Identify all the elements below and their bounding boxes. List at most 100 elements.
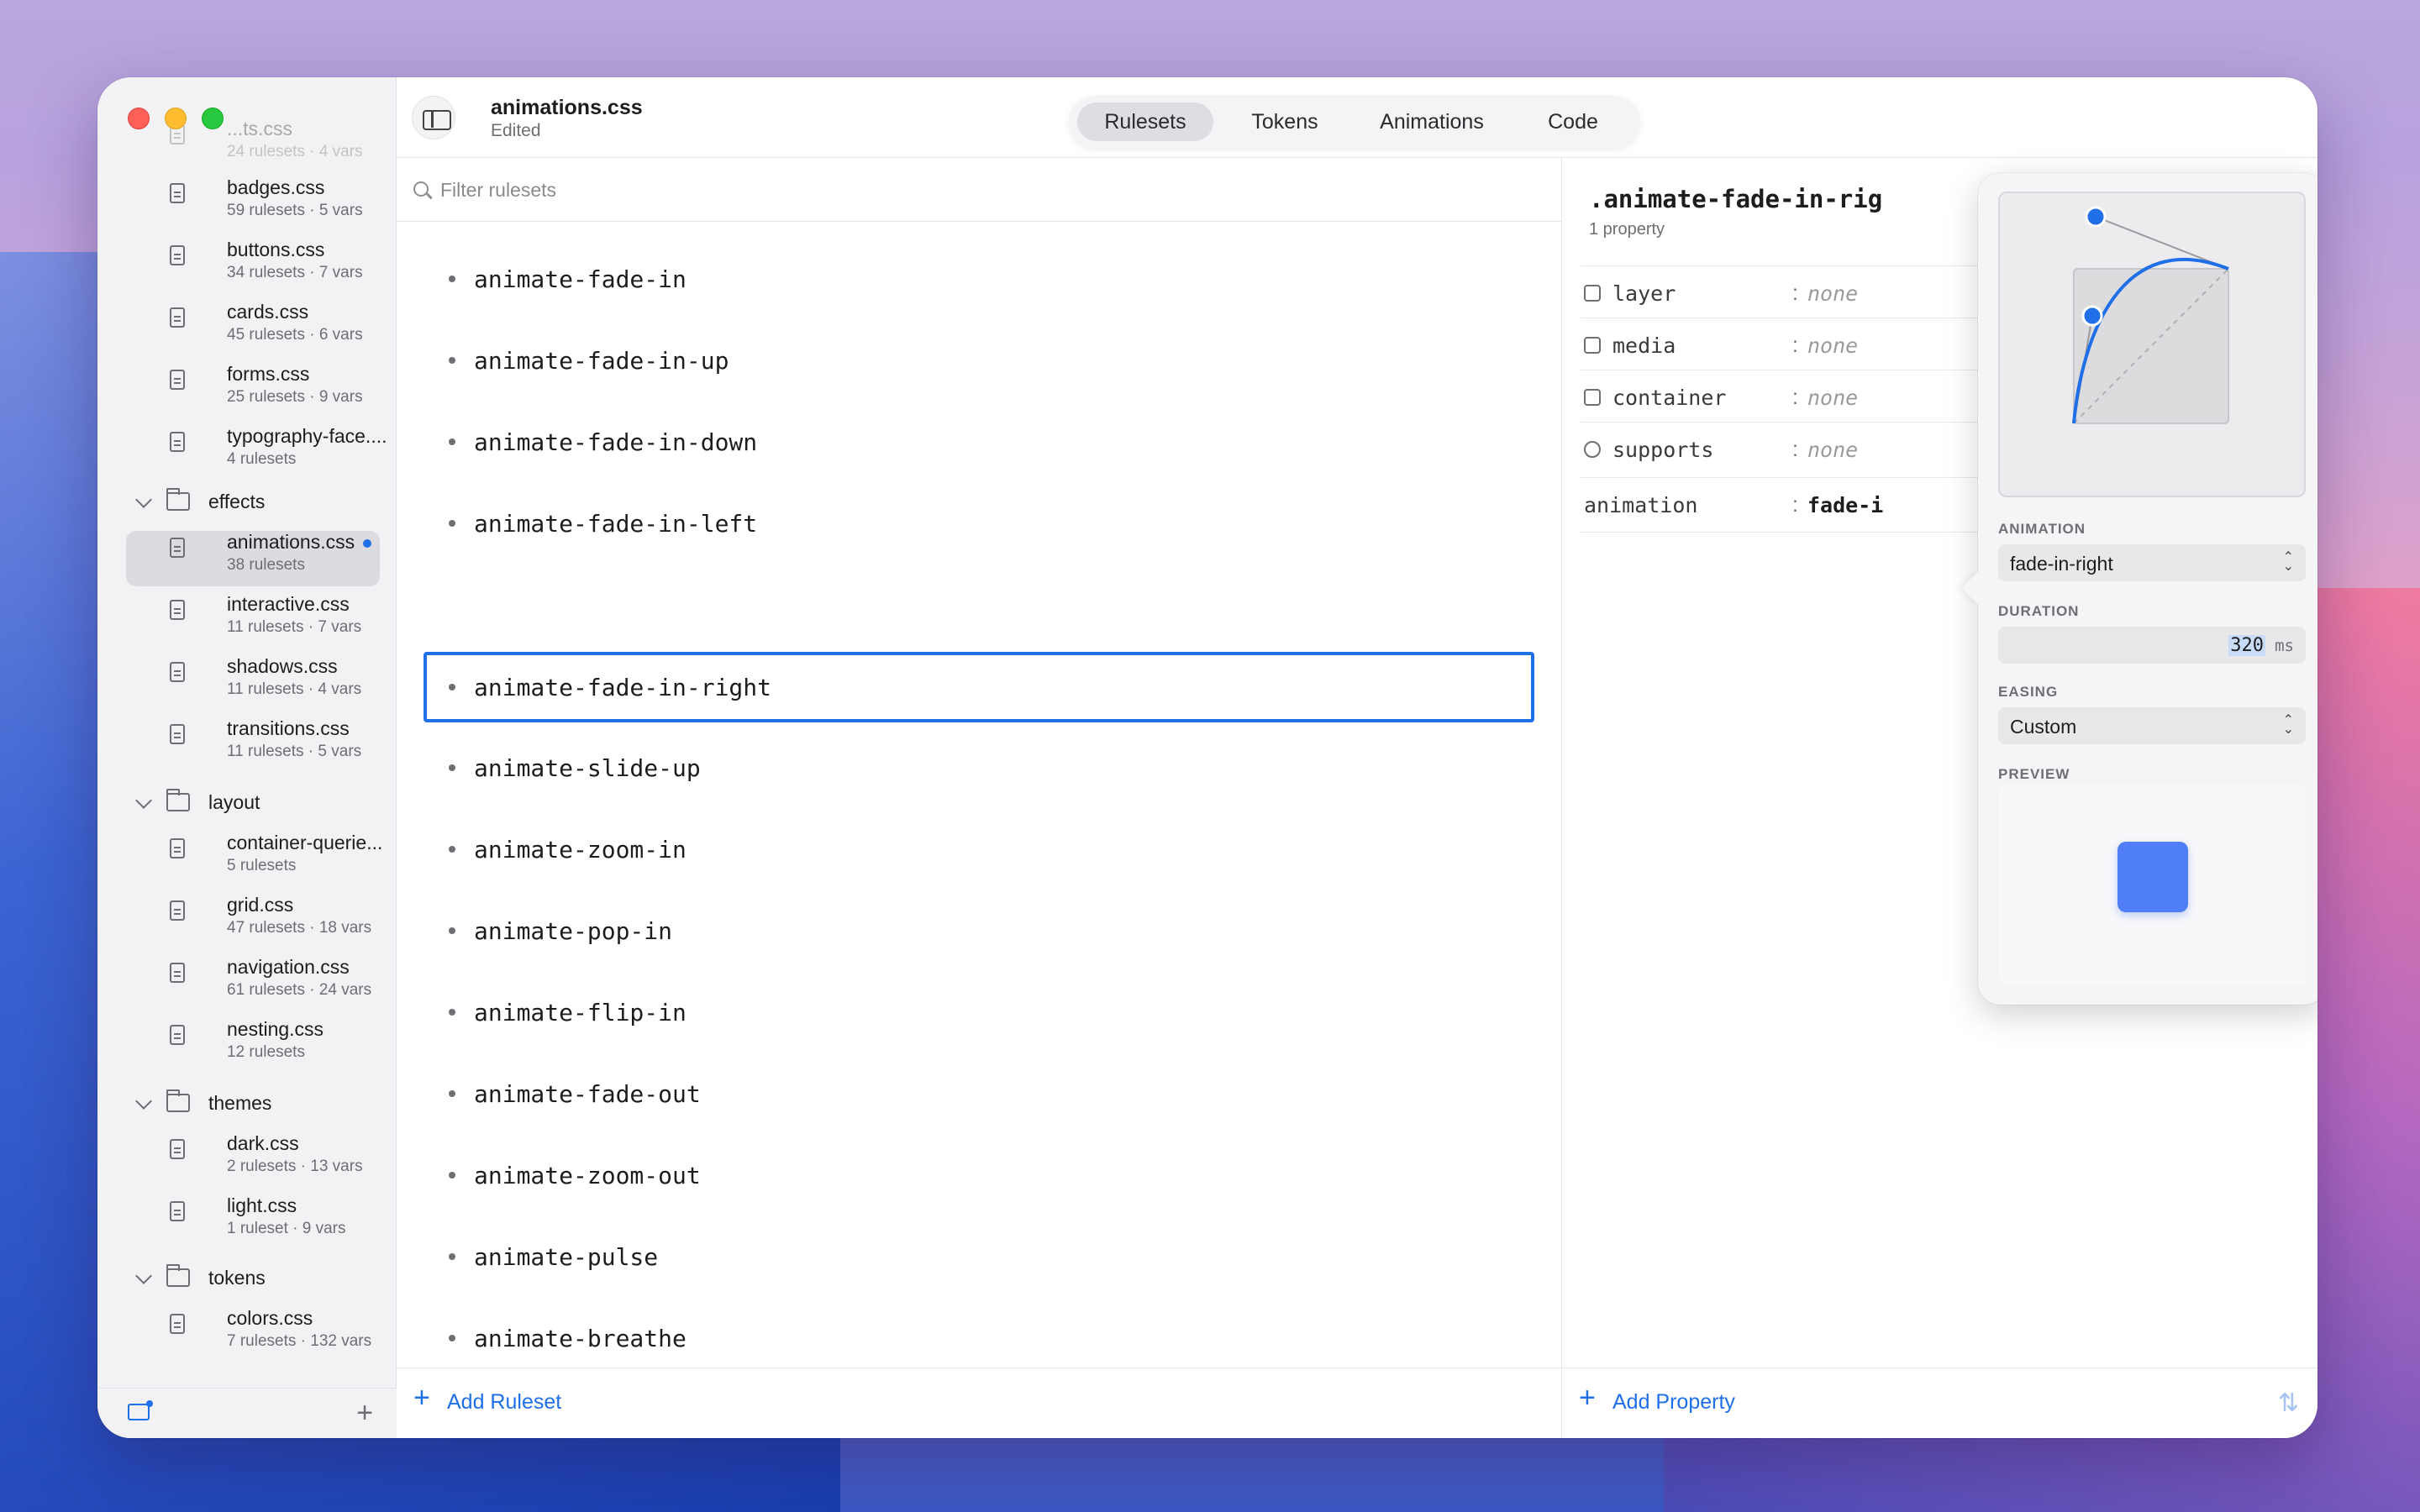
bullet [449,1009,455,1016]
sidebar-file-shadows[interactable]: shadows.css 11 rulesets · 4 vars [126,655,380,711]
file-meta: 2 rulesets · 13 vars [227,1158,363,1175]
chevron-down-icon[interactable] [135,1093,152,1110]
file-meta: 38 rulesets [227,556,305,574]
easing-value: Custom [2010,716,2077,738]
sidebar-file-navigation[interactable]: navigation.css 61 rulesets · 24 vars [126,956,380,1011]
file-meta: 45 rulesets · 6 vars [227,326,363,344]
zoom-window-button[interactable] [202,108,224,129]
chevron-down-icon[interactable] [135,491,152,508]
bezier-curve-editor[interactable] [1998,192,2306,497]
chevron-down-icon[interactable] [135,1268,152,1284]
file-meta: 11 rulesets · 5 vars [227,743,362,760]
sidebar-file-transitions[interactable]: transitions.css 11 rulesets · 5 vars [126,717,380,773]
ruleset-row[interactable]: animate-zoom-in [424,814,1534,885]
ruleset-row[interactable]: animate-fade-out [424,1058,1534,1129]
bullet [449,357,455,364]
sidebar-file-animations[interactable]: animations.css 38 rulesets [126,531,380,586]
sidebar-file-badges[interactable]: badges.css 59 rulesets · 5 vars [126,176,380,232]
ruleset-row[interactable]: animate-pulse [424,1221,1534,1292]
ruleset-row[interactable]: animate-fade-in [424,244,1534,314]
sort-icon[interactable]: ⇅ [2278,1389,2299,1418]
at-rule-value[interactable]: none [1807,333,1858,358]
sidebar-file-forms[interactable]: forms.css 25 rulesets · 9 vars [126,363,380,418]
at-rule-value[interactable]: none [1807,386,1858,410]
add-ruleset-button[interactable]: + Add Ruleset [397,1368,1561,1438]
ruleset-row[interactable]: animate-zoom-out [424,1140,1534,1210]
ruleset-row[interactable]: animate-fade-in-up [424,325,1534,396]
sidebar-file-buttons[interactable]: buttons.css 34 rulesets · 7 vars [126,239,380,294]
chevron-down-icon[interactable] [135,792,152,809]
ruleset-name: animate-pop-in [474,917,673,945]
preview-label: PREVIEW [1998,766,2070,782]
file-name: dark.css [227,1132,299,1154]
search-icon [413,181,429,197]
ruleset-name: animate-breathe [474,1325,687,1352]
ruleset-row-selected[interactable]: animate-fade-in-right [424,652,1534,722]
sidebar-file-interactive[interactable]: interactive.css 11 rulesets · 7 vars [126,593,380,648]
file-meta: 11 rulesets · 4 vars [227,680,362,698]
ruleset-row[interactable]: animate-pop-in [424,895,1534,966]
ruleset-name: animate-zoom-out [474,1162,701,1189]
property-value[interactable]: fade-i [1807,493,1883,517]
ruleset-name: animate-zoom-in [474,836,687,864]
close-window-button[interactable] [128,108,150,129]
bullet [449,1090,455,1097]
animation-value: fade-in-right [2010,553,2113,575]
sidebar-file-cards[interactable]: cards.css 45 rulesets · 6 vars [126,301,380,356]
toolbar: animations.css Edited Rulesets Tokens An… [397,77,2317,158]
sidebar-file-nesting[interactable]: nesting.css 12 rulesets [126,1018,380,1074]
sidebar-folder-layout[interactable]: layout [126,786,380,820]
duration-value[interactable]: 320 [2228,635,2265,656]
sidebar-folder-tokens[interactable]: tokens [126,1262,380,1295]
bezier-curve-graph[interactable] [2000,193,2307,499]
new-folder-icon[interactable] [128,1400,153,1420]
tab-code[interactable]: Code [1514,102,1632,141]
folder-name: effects [208,491,266,512]
sidebar-folder-effects[interactable]: effects [126,486,380,519]
ruleset-list-pane: animate-fade-in animate-fade-in-up anima… [397,158,1561,1431]
animation-select[interactable]: fade-in-right ⌃ ⌄ [1998,544,2306,581]
edited-indicator [363,538,372,548]
control-point-2[interactable] [2085,206,2107,228]
add-property-button[interactable]: + Add Property ⇅ [1561,1368,2317,1438]
sidebar-folder-themes[interactable]: themes [126,1087,380,1121]
ruleset-row[interactable]: animate-flip-in [424,977,1534,1047]
ruleset-row[interactable]: animate-fade-in-down [424,407,1534,477]
control-point-1[interactable] [2081,305,2103,327]
at-rule-value[interactable]: none [1807,281,1858,306]
ruleset-row[interactable]: animate-fade-in-left [424,488,1534,559]
folder-icon [166,1264,190,1287]
tab-tokens[interactable]: Tokens [1220,102,1349,141]
file-icon [170,662,185,682]
ruleset-row[interactable]: animate-breathe [424,1303,1534,1373]
duration-label: DURATION [1998,603,2080,619]
file-meta: 34 rulesets · 7 vars [227,264,363,281]
add-file-icon[interactable]: + [356,1399,373,1427]
file-name: badges.css [227,176,325,198]
property-name[interactable]: animation [1584,493,1697,517]
sidebar-file-grid[interactable]: grid.css 47 rulesets · 18 vars [126,894,380,949]
bullet [449,438,455,445]
plus-icon: + [413,1382,430,1414]
sidebar-file-light[interactable]: light.css 1 ruleset · 9 vars [126,1194,380,1250]
sidebar-file-colors[interactable]: colors.css 7 rulesets · 132 vars [126,1307,380,1362]
duration-input[interactable]: 320 ms [1998,627,2306,664]
sidebar-file-container-queries[interactable]: container-querie... 5 rulesets [126,832,382,887]
file-meta: 61 rulesets · 24 vars [227,981,372,999]
ruleset-name: animate-fade-in-right [474,674,772,701]
minimize-window-button[interactable] [165,108,187,129]
file-meta: 59 rulesets · 5 vars [227,202,363,219]
tab-rulesets[interactable]: Rulesets [1077,102,1213,141]
filter-rulesets-input[interactable] [440,173,1197,207]
sidebar-file-typography[interactable]: typography-face.... 4 rulesets [126,425,387,480]
file-icon [170,1201,185,1221]
sidebar-file-dark[interactable]: dark.css 2 rulesets · 13 vars [126,1132,380,1188]
at-rule-value[interactable]: none [1807,438,1858,462]
ruleset-row[interactable]: animate-slide-up [424,732,1534,803]
ruleset-name: animate-fade-in-left [474,510,758,538]
sidebar-toggle-icon[interactable] [412,96,455,139]
easing-select[interactable]: Custom ⌃ ⌄ [1998,707,2306,744]
file-name: nesting.css [227,1018,324,1040]
file-icon [170,838,185,858]
tab-animations[interactable]: Animations [1358,102,1506,141]
